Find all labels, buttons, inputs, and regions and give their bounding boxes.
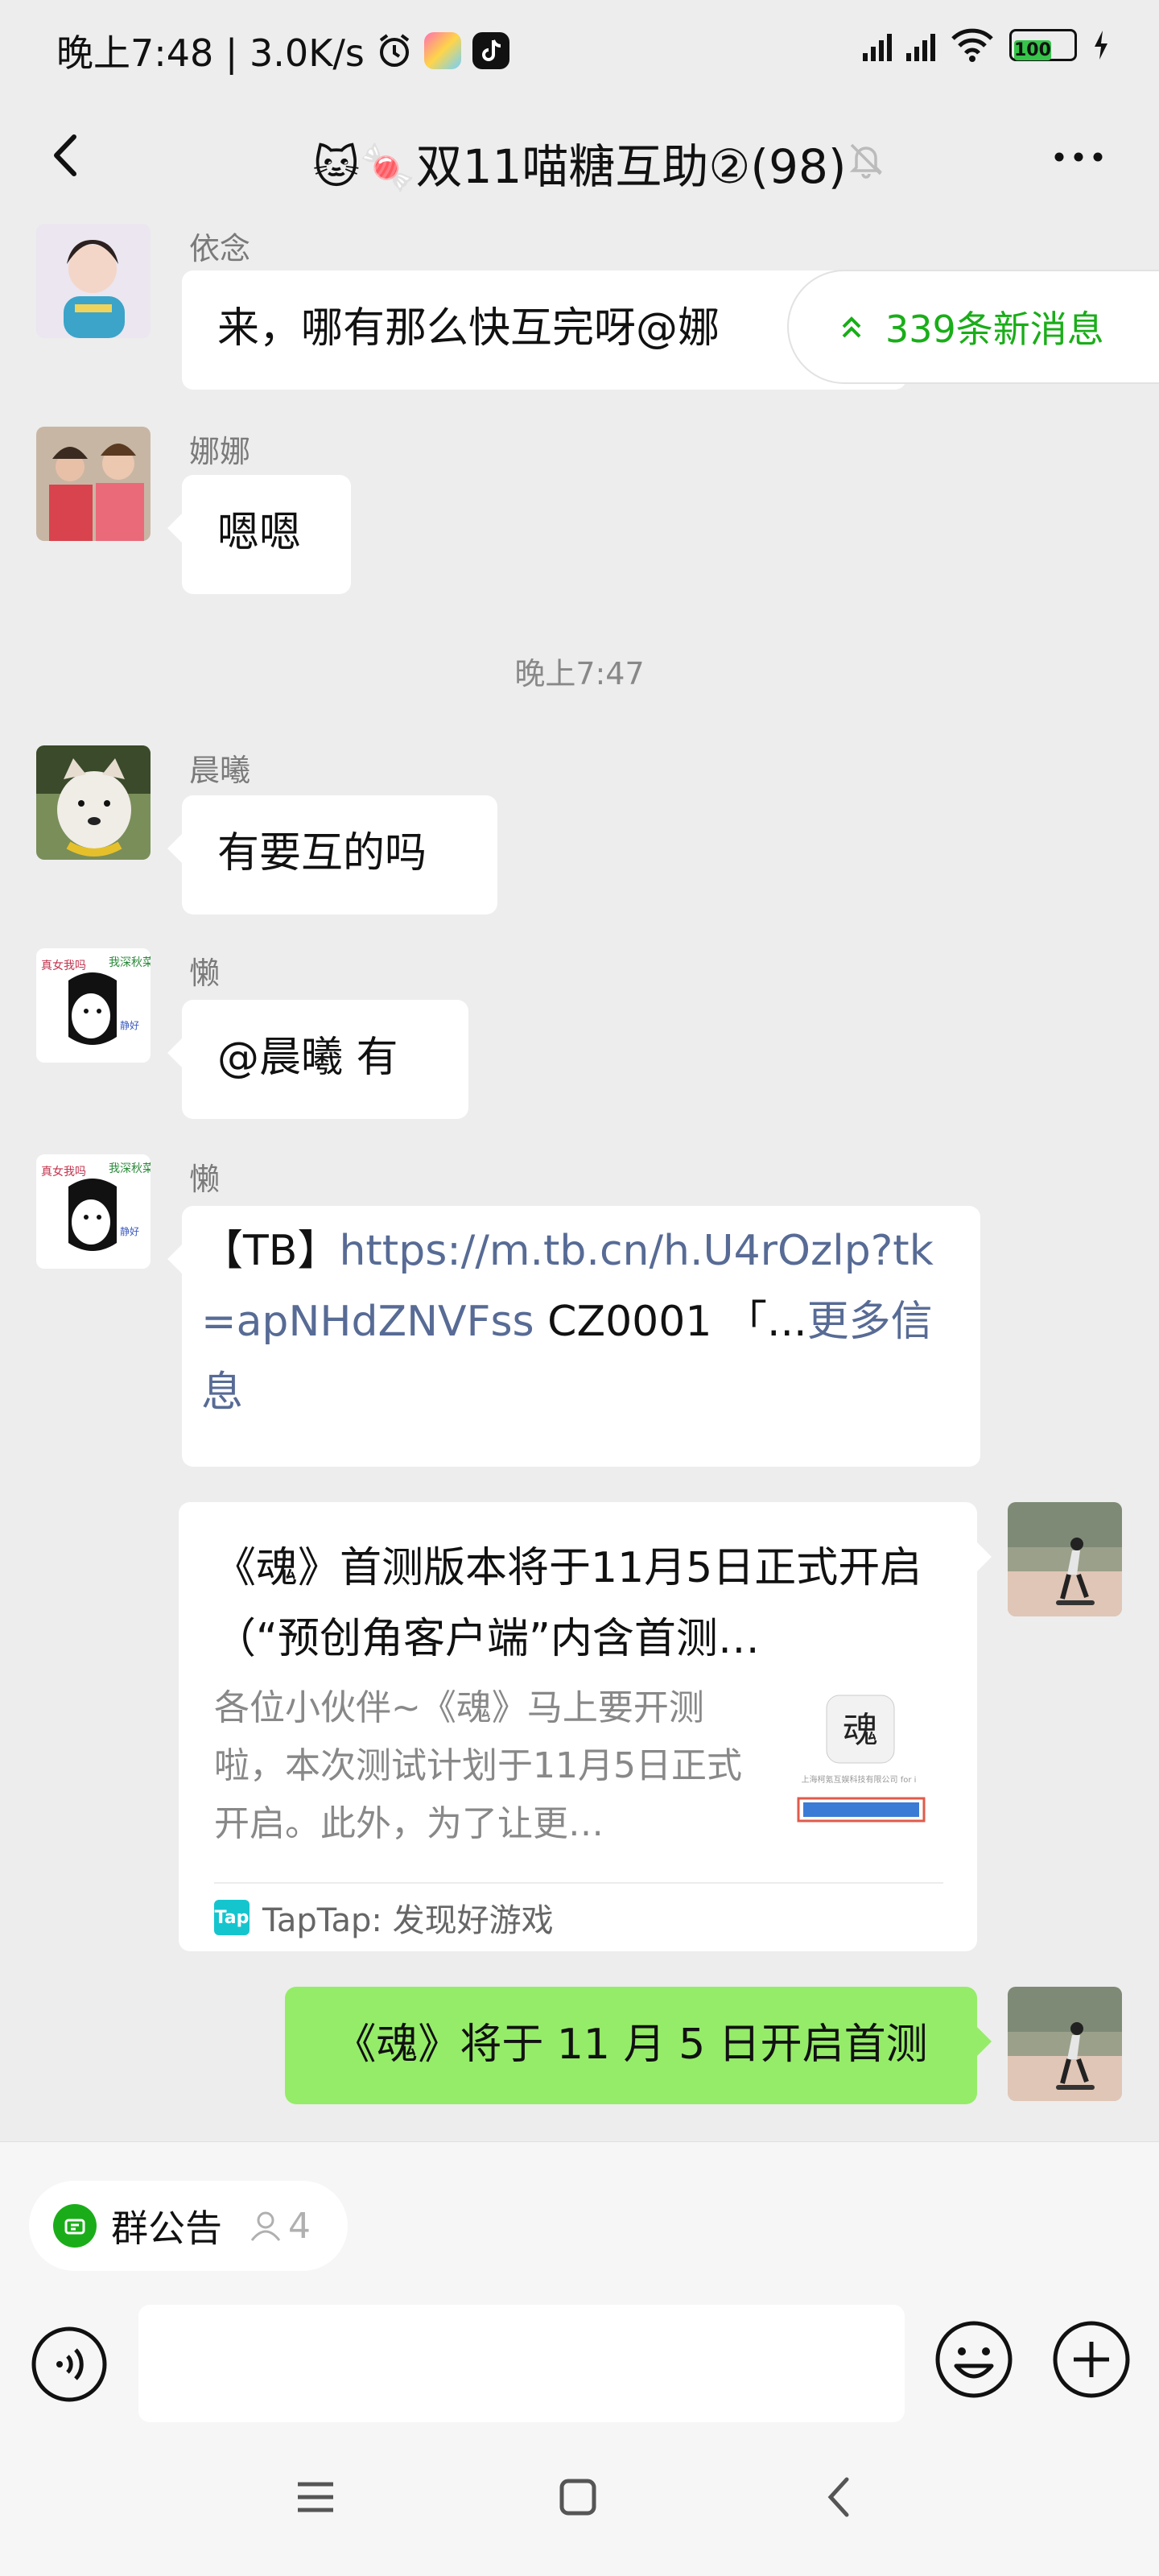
voice-icon[interactable]: [31, 2326, 108, 2403]
svg-text:静好: 静好: [120, 1020, 139, 1031]
link-message-bubble[interactable]: 【TB】https://m.tb.cn/h.U4rOzlp?tk=apNHdZN…: [167, 1206, 980, 1467]
tiktok-icon: [472, 32, 509, 69]
more-icon[interactable]: [1046, 129, 1111, 185]
sender-name: 懒: [189, 956, 221, 991]
my-avatar[interactable]: [1008, 1987, 1122, 2101]
system-nav-bar: [0, 2431, 1159, 2576]
avatar-lan[interactable]: 真女我吗 我深秋菜静好: [36, 948, 151, 1063]
my-avatar[interactable]: [1008, 1502, 1122, 1616]
message-text: @晨曦 有: [217, 1034, 398, 1082]
chat-header: 🐱🍬双11喵糖互助②(98): [0, 97, 1159, 217]
avatar-chenxi[interactable]: [36, 745, 151, 860]
signal-1-icon: [863, 29, 892, 61]
card-description: 各位小伙伴~《魂》马上要开测啦，本次测试计划于11月5日正式开启。此外，为了让更…: [214, 1687, 742, 1844]
menu-icon[interactable]: [291, 2473, 340, 2521]
card-footer: Tap TapTap: 发现好游戏: [214, 1882, 943, 1951]
notice-viewers: 4: [248, 2206, 311, 2247]
my-message-text: 《魂》将于 11 月 5 日开启首测: [334, 2021, 928, 2069]
shared-article-card[interactable]: 《魂》首测版本将于11月5日正式开启（“预创角客户端”内含首测… 各位小伙伴~《…: [179, 1502, 992, 1951]
message-bubble[interactable]: @晨曦 有: [167, 1000, 468, 1119]
person-icon: [250, 2211, 281, 2241]
notice-icon: [53, 2204, 97, 2248]
tb-suffix: CZ0001 「...: [534, 1298, 807, 1346]
plus-icon[interactable]: [1051, 2319, 1132, 2400]
my-message-bubble[interactable]: 《魂》将于 11 月 5 日开启首测: [285, 1987, 992, 2104]
svg-text:真女我吗: 真女我吗: [41, 959, 86, 972]
group-notice-label: 群公告: [111, 2207, 222, 2250]
alarm-icon: [379, 34, 410, 67]
app-notification-icon: [423, 32, 461, 69]
sender-name: 懒: [189, 1162, 221, 1197]
wifi-icon: [951, 28, 993, 62]
title-emoji: 🐱🍬: [312, 142, 416, 194]
avatar-nana[interactable]: [36, 427, 151, 541]
nav-back-icon[interactable]: [816, 2473, 864, 2521]
avatar-yinian[interactable]: [36, 224, 151, 338]
sender-name: 娜娜: [189, 434, 251, 469]
tb-prefix: 【TB】: [201, 1227, 340, 1275]
sender-name: 依念: [189, 231, 251, 266]
message-bubble[interactable]: 嗯嗯: [167, 475, 351, 594]
message-text: 嗯嗯: [217, 509, 302, 557]
mute-bell-icon: [849, 143, 883, 179]
avatar-lan[interactable]: 真女我吗 我深秋菜静好: [36, 1154, 151, 1269]
thumbnail-caption: 上海柯氪互娱科技有限公司 for i: [802, 1774, 917, 1785]
card-body: 各位小伙伴~《魂》马上要开测啦，本次测试计划于11月5日正式开启。此外，为了让更…: [214, 1679, 943, 1864]
status-right: 100: [863, 27, 1111, 63]
svg-text:我深秋菜: 我深秋菜: [109, 1162, 151, 1175]
timestamp: 晚上7:47: [514, 656, 645, 691]
new-messages-label: 339条新消息: [885, 308, 1104, 351]
charging-icon: [1095, 31, 1107, 60]
sender-name: 晨曦: [189, 753, 251, 788]
status-left: 晚上7:48 | 3.0K/s: [56, 24, 509, 77]
double-chevron-up-icon: [842, 316, 861, 338]
card-source: TapTap: 发现好游戏: [262, 1902, 554, 1939]
message-bubble[interactable]: 有要互的吗: [167, 795, 497, 914]
taptap-icon: Tap: [214, 1900, 250, 1935]
home-icon[interactable]: [554, 2473, 602, 2521]
status-bar: 晚上7:48 | 3.0K/s 100: [0, 0, 1159, 97]
svg-text:静好: 静好: [120, 1226, 139, 1237]
svg-text:真女我吗: 真女我吗: [41, 1165, 86, 1179]
battery-icon: 100: [1009, 29, 1077, 61]
message-text: 有要互的吗: [217, 829, 427, 877]
group-notice-chip[interactable]: 群公告 4: [29, 2181, 348, 2271]
message-text: 来，哪有那么快互完呀@娜: [217, 304, 720, 353]
notice-viewer-count: 4: [288, 2205, 311, 2247]
chat-title-text: 双11喵糖互助②(98): [415, 139, 847, 194]
battery-level: 100: [1014, 40, 1051, 60]
signal-2-icon: [906, 29, 935, 61]
status-time: 晚上7:48 | 3.0K/s: [56, 31, 365, 75]
svg-text:我深秋菜: 我深秋菜: [109, 956, 151, 969]
message-input[interactable]: [138, 2305, 905, 2422]
emoji-icon[interactable]: [934, 2319, 1014, 2400]
card-title: 《魂》首测版本将于11月5日正式开启（“预创角客户端”内含首测…: [214, 1544, 922, 1663]
card-thumbnail: 魂 上海柯氪互娱科技有限公司 for i: [782, 1687, 935, 1840]
chat-title: 🐱🍬双11喵糖互助②(98): [0, 129, 1159, 196]
new-messages-button[interactable]: 339条新消息: [787, 270, 1159, 384]
thumbnail-logo: 魂: [843, 1710, 878, 1751]
